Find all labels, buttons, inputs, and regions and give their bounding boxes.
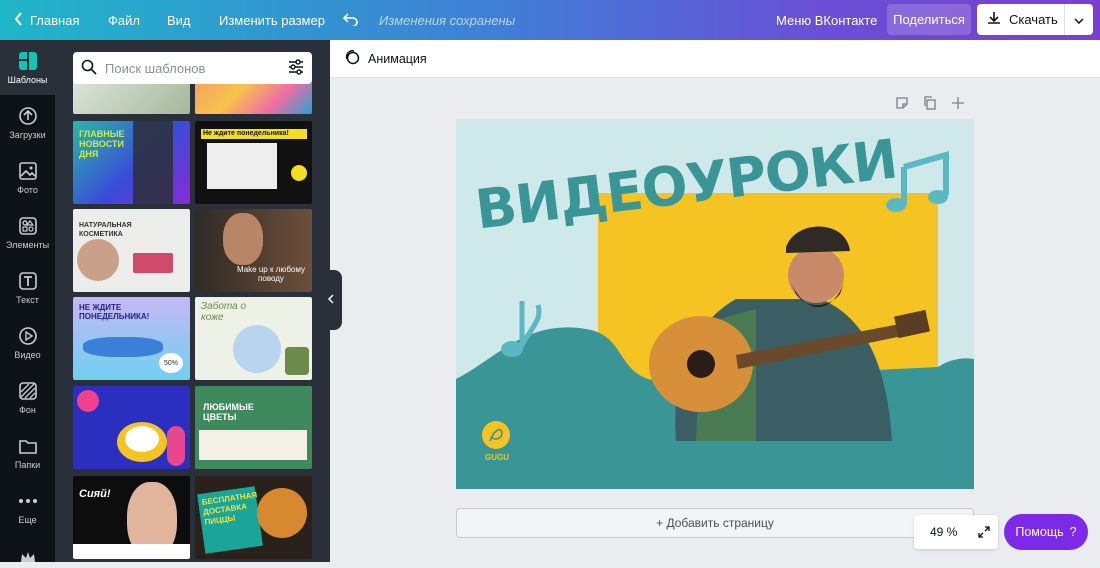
help-label: Помощь	[1015, 525, 1064, 539]
template-thumbnail[interactable]: Make up к любому поводу	[195, 209, 312, 292]
search-icon	[81, 59, 97, 78]
page-tools	[895, 96, 965, 115]
chevron-left-icon	[14, 11, 24, 29]
duplicate-page-icon[interactable]	[923, 96, 937, 115]
save-status: Изменения сохранены	[379, 12, 516, 28]
upload-icon	[18, 106, 38, 126]
home-button[interactable]: Главная	[14, 0, 79, 40]
template-title: Забота о коже	[201, 301, 247, 323]
background-icon	[18, 381, 38, 401]
template-thumbnail[interactable]: Сияй!	[73, 476, 190, 559]
download-options-button[interactable]	[1065, 4, 1093, 35]
download-label: Скачать	[1009, 12, 1058, 27]
note-icon[interactable]	[895, 96, 909, 115]
view-menu[interactable]: Вид	[167, 0, 191, 40]
photo-icon	[18, 161, 38, 181]
sidebar-item-label: Загрузки	[9, 129, 46, 140]
template-thumbnail[interactable]: Забота о коже	[195, 297, 312, 380]
left-sidebar: Шаблоны Загрузки Фото Элементы Текст Вид…	[0, 40, 55, 562]
add-page-button[interactable]: + Добавить страницу	[456, 508, 974, 538]
template-thumbnail[interactable]: НАТУРАЛЬНАЯ КОСМЕТИКА	[73, 209, 190, 292]
sidebar-item-label: Папки	[14, 459, 41, 470]
design-canvas[interactable]: ВИДЕОУРОКИ GUGU	[456, 119, 974, 489]
sidebar-item-text[interactable]: Текст	[0, 260, 55, 315]
template-thumbnail[interactable]: ГЛАВНЫЕ НОВОСТИ ДНЯ	[73, 121, 190, 204]
more-icon	[18, 491, 38, 511]
elements-icon	[18, 216, 38, 236]
template-title: НЕ ЖДИТЕ ПОНЕДЕЛЬНИКА!	[79, 303, 150, 321]
fullscreen-icon[interactable]	[970, 526, 998, 538]
file-menu[interactable]: Файл	[108, 0, 140, 40]
templates-panel: ГЛАВНЫЕ НОВОСТИ ДНЯ Не ждите понедельник…	[55, 40, 330, 562]
sidebar-item-uploads[interactable]: Загрузки	[0, 95, 55, 150]
template-thumbnail[interactable]	[73, 386, 190, 469]
sidebar-item-templates[interactable]: Шаблоны	[0, 40, 55, 95]
editor-toolbar: Анимация	[330, 40, 1100, 78]
crown-icon[interactable]	[20, 550, 36, 562]
sidebar-item-elements[interactable]: Элементы	[0, 205, 55, 260]
template-thumbnail[interactable]: БЕСПЛАТНАЯ ДОСТАВКА ПИЦЦЫ	[195, 476, 312, 559]
sidebar-item-label: Шаблоны	[7, 74, 48, 85]
sidebar-item-background[interactable]: Фон	[0, 370, 55, 425]
template-thumbnail[interactable]: НЕ ЖДИТЕ ПОНЕДЕЛЬНИКА! 50%	[73, 297, 190, 380]
sidebar-item-label: Фон	[19, 404, 36, 415]
text-icon	[18, 271, 38, 291]
chevron-down-icon	[1074, 12, 1084, 27]
vk-menu-button[interactable]: Меню ВКонтакте	[776, 0, 877, 40]
sidebar-item-label: Видео	[14, 349, 41, 360]
zoom-control: 49 %	[914, 515, 998, 549]
filter-icon[interactable]	[288, 58, 304, 78]
collapse-panel-button[interactable]	[320, 270, 342, 330]
undo-button[interactable]	[342, 0, 359, 40]
template-title: ГЛАВНЫЕ НОВОСТИ ДНЯ	[79, 129, 125, 159]
sidebar-item-label: Текст	[16, 294, 39, 305]
download-icon	[987, 11, 1001, 28]
share-button[interactable]: Поделиться	[887, 4, 971, 35]
folder-icon	[18, 436, 38, 456]
sidebar-item-folders[interactable]: Папки	[0, 425, 55, 480]
sidebar-item-more[interactable]: Еще	[0, 480, 55, 535]
help-button[interactable]: Помощь ?	[1004, 514, 1088, 550]
template-title: Make up к любому поводу	[237, 265, 305, 283]
sidebar-item-label: Фото	[17, 184, 38, 195]
home-label: Главная	[30, 12, 80, 28]
sidebar-item-video[interactable]: Видео	[0, 315, 55, 370]
animation-button[interactable]: Анимация	[344, 49, 427, 68]
template-title: Сияй!	[79, 488, 111, 500]
template-thumbnail[interactable]: Не ждите понедельника!	[195, 121, 312, 204]
search-input[interactable]: Поиск шаблонов	[105, 61, 280, 76]
undo-icon	[342, 12, 359, 29]
templates-icon	[18, 51, 38, 71]
template-thumbnail[interactable]: ЛЮБИМЫЕ ЦВЕТЫ	[195, 386, 312, 469]
template-search[interactable]: Поиск шаблонов	[73, 52, 312, 84]
animation-label: Анимация	[368, 51, 427, 66]
design-logo-text[interactable]: GUGU	[485, 453, 509, 462]
video-icon	[18, 326, 38, 346]
animation-icon	[344, 49, 360, 68]
sidebar-item-label: Элементы	[5, 239, 50, 250]
resize-menu[interactable]: Изменить размер	[219, 0, 325, 40]
help-question-icon: ?	[1069, 525, 1077, 539]
download-button[interactable]: Скачать	[977, 4, 1093, 35]
template-title: Не ждите понедельника!	[203, 130, 289, 137]
template-title: НАТУРАЛЬНАЯ КОСМЕТИКА	[79, 222, 132, 238]
sidebar-item-label: Еще	[18, 514, 37, 525]
chevron-left-icon	[327, 293, 334, 307]
template-title: ЛЮБИМЫЕ ЦВЕТЫ	[203, 402, 254, 422]
add-page-icon[interactable]	[951, 96, 965, 115]
sidebar-item-photos[interactable]: Фото	[0, 150, 55, 205]
zoom-level[interactable]: 49 %	[914, 525, 970, 539]
top-bar: Главная Файл Вид Изменить размер Изменен…	[0, 0, 1100, 40]
